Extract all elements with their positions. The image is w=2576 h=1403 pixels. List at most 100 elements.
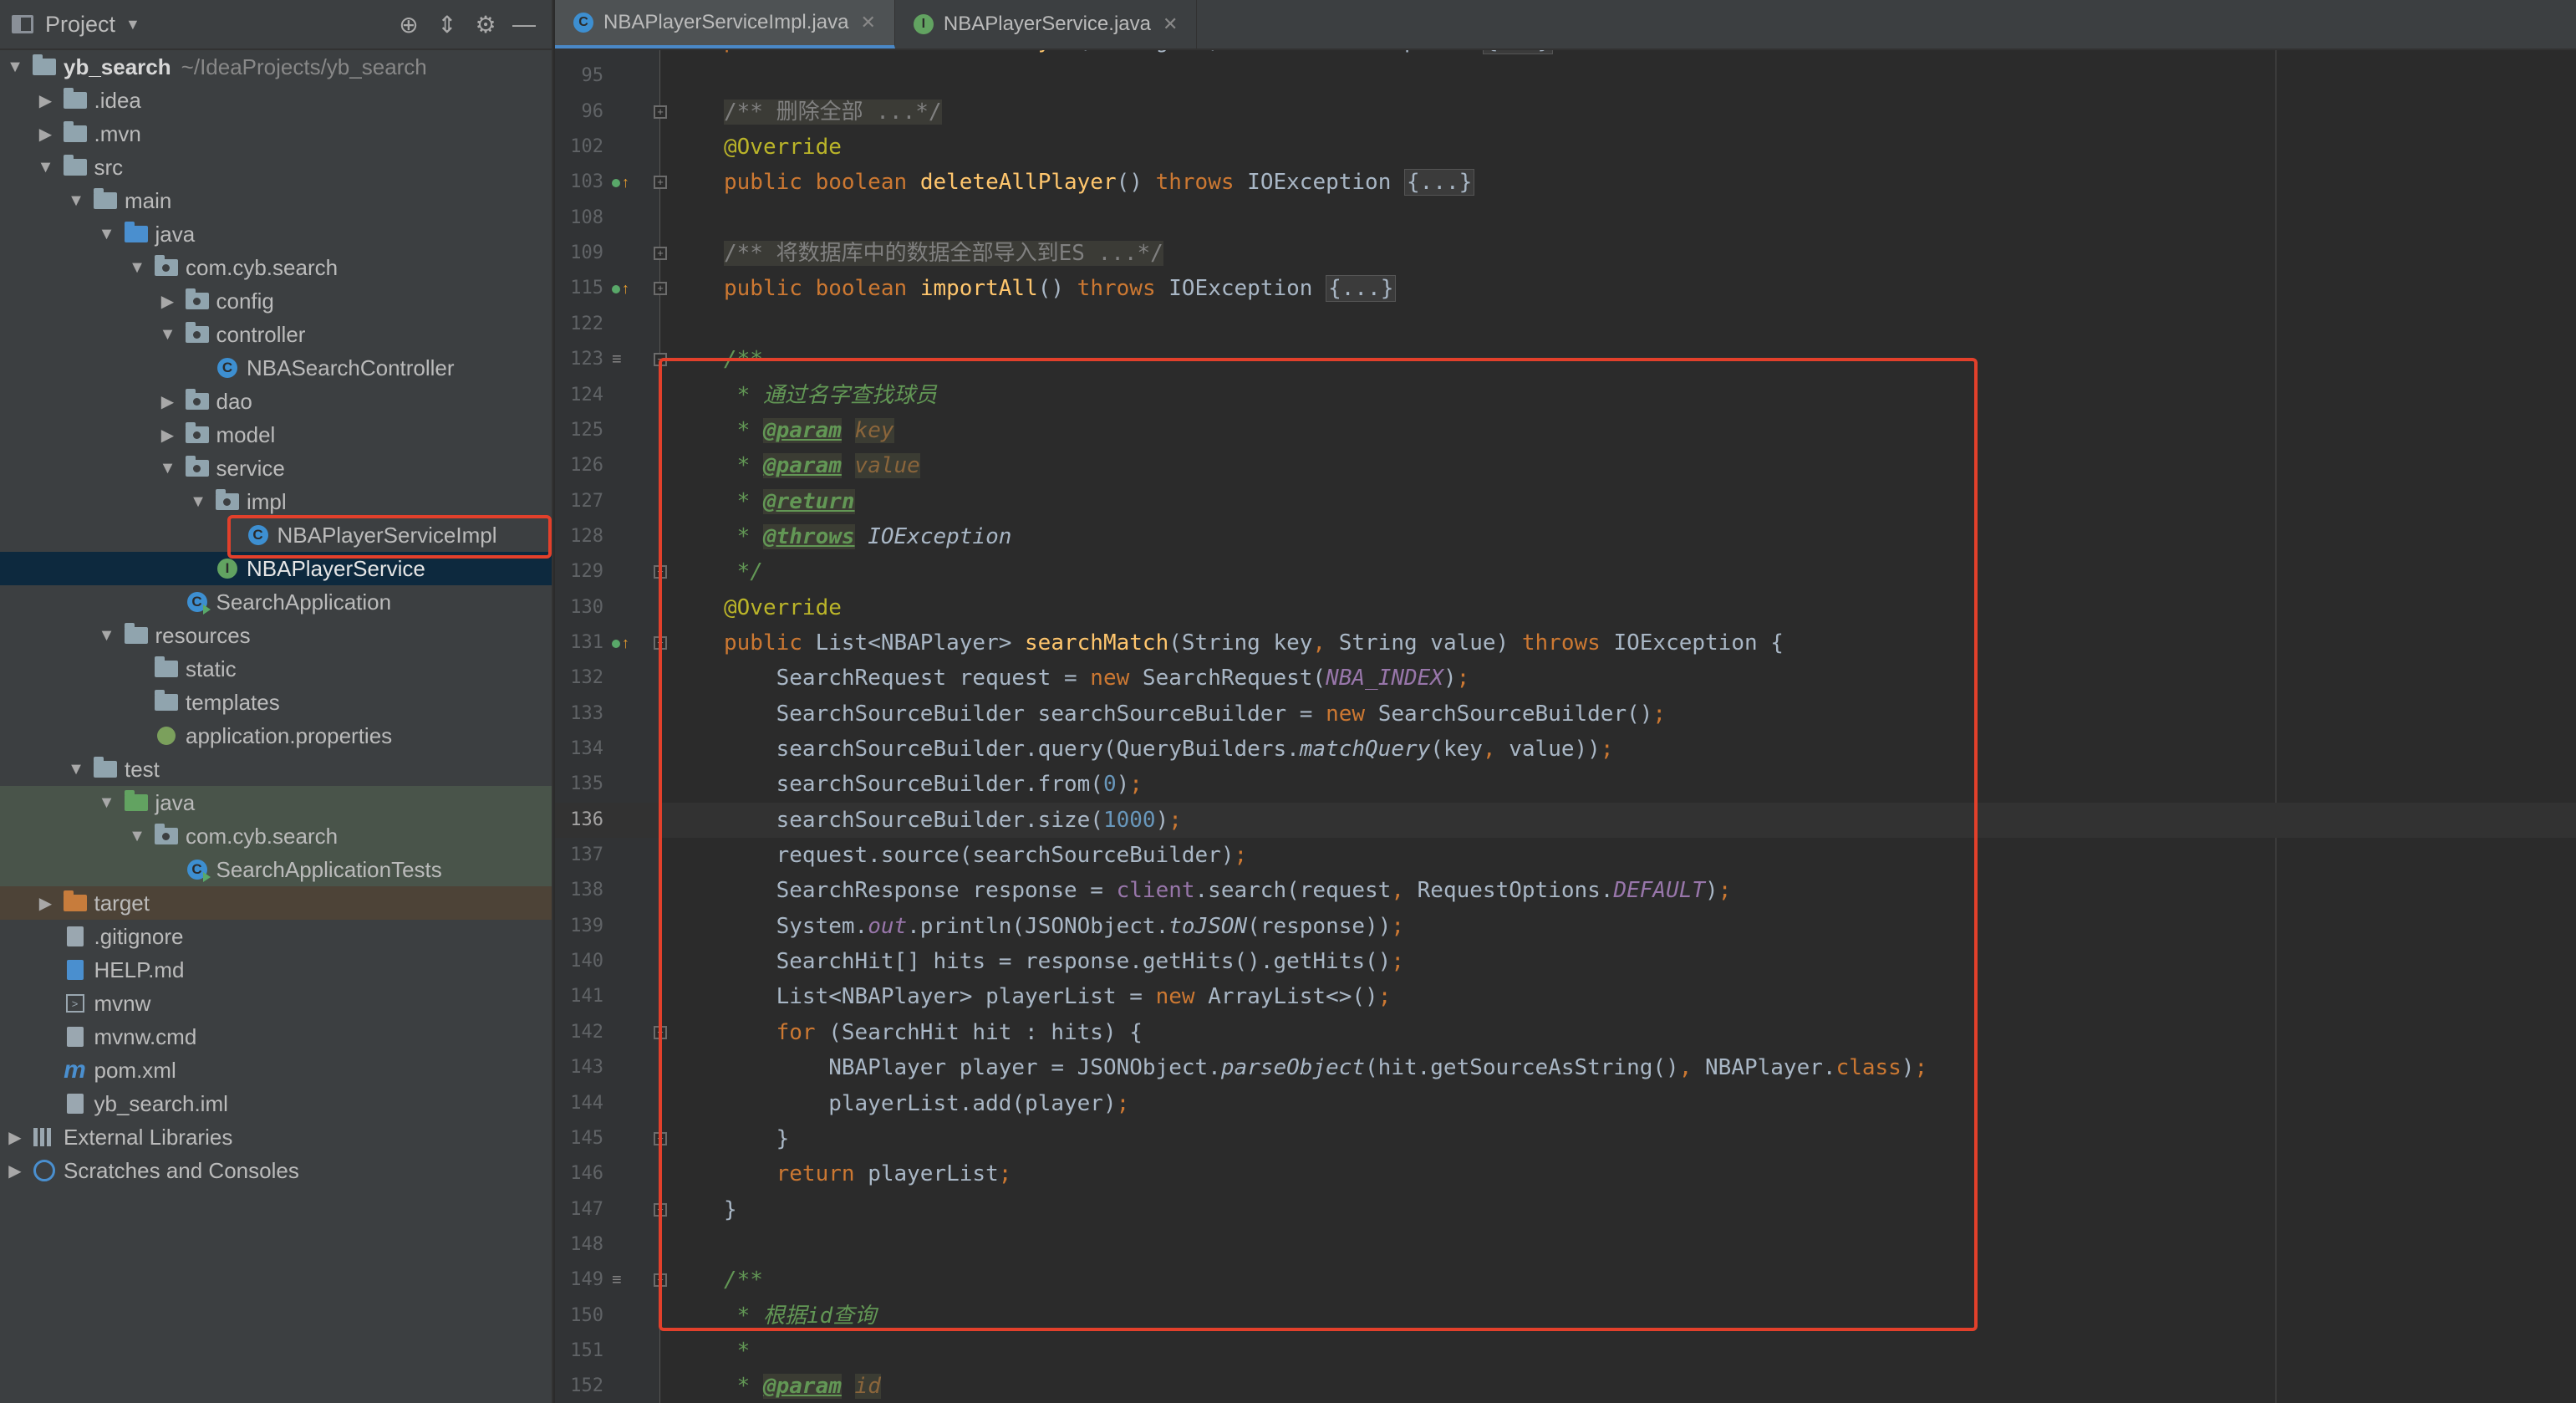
expand-arrow-icon[interactable]: ▼ <box>66 191 86 211</box>
code-line[interactable]: 122 <box>555 307 2576 342</box>
code-line[interactable]: 103 ↑ + public boolean deleteAllPlayer() th… <box>555 165 2576 200</box>
expand-fold-icon[interactable]: + <box>654 176 667 190</box>
tree-item-java[interactable]: ▼ java <box>0 217 552 251</box>
code-line[interactable]: 136 searchSourceBuilder.size(1000); <box>555 802 2576 838</box>
code-line[interactable]: 141 List<NBAPlayer> playerList = new Arr… <box>555 979 2576 1014</box>
code-line[interactable]: 109 + /** 将数据库中的数据全部导入到ES ...*/ <box>555 236 2576 271</box>
code-line[interactable]: 126 * @param value <box>555 448 2576 483</box>
override-marker-icon[interactable]: ↑ <box>612 634 629 652</box>
tree-item-idea[interactable]: ▶ .idea <box>0 84 552 117</box>
tab-nbaplayerserviceimpl-java[interactable]: C NBAPlayerServiceImpl.java ✕ <box>555 0 895 48</box>
code-line[interactable]: 129 − */ <box>555 554 2576 589</box>
code-line[interactable]: 133 SearchSourceBuilder searchSourceBuil… <box>555 696 2576 732</box>
expand-arrow-icon[interactable]: ▼ <box>5 58 25 77</box>
tree-item-mvnw[interactable]: ▶>mvnw <box>0 987 552 1020</box>
collapse-fold-icon[interactable]: − <box>654 1273 667 1288</box>
tree-item-controller[interactable]: ▼ controller <box>0 318 552 351</box>
code-line[interactable]: 142 − for (SearchHit hit : hits) { <box>555 1015 2576 1050</box>
collapse-fold-icon[interactable]: − <box>654 1202 667 1217</box>
expand-fold-icon[interactable]: + <box>654 247 667 261</box>
code-editor[interactable]: 90 ↑ + public boolean deletePlayer(String i… <box>555 50 2576 1403</box>
tree-item-com-cyb-search[interactable]: ▼ com.cyb.search <box>0 819 552 853</box>
collapse-fold-icon[interactable]: − <box>654 353 667 367</box>
expand-arrow-icon[interactable]: ▼ <box>188 492 208 512</box>
tree-item-java[interactable]: ▼ java <box>0 786 552 819</box>
doc-comment-icon[interactable]: ≡ <box>612 350 622 369</box>
collapse-arrow-icon[interactable]: ▶ <box>158 425 178 446</box>
tree-item-scratches-and-consoles[interactable]: ▶ Scratches and Consoles <box>0 1154 552 1187</box>
tree-item-searchapplication[interactable]: ▶CSearchApplication <box>0 585 552 619</box>
code-line[interactable]: 146 return playerList; <box>555 1156 2576 1191</box>
tab-nbaplayerservice-java[interactable]: I NBAPlayerService.java ✕ <box>895 0 1198 48</box>
tree-item-dao[interactable]: ▶ dao <box>0 385 552 418</box>
tree-item-mvnw-cmd[interactable]: ▶mvnw.cmd <box>0 1020 552 1054</box>
expand-arrow-icon[interactable]: ▼ <box>158 459 178 478</box>
code-line[interactable]: 134 searchSourceBuilder.query(QueryBuild… <box>555 732 2576 767</box>
tree-item-target[interactable]: ▶ target <box>0 886 552 920</box>
code-line[interactable]: 131 ↑ − public List<NBAPlayer> searchMatch(… <box>555 625 2576 661</box>
tree-item-help-md[interactable]: ▶HELP.md <box>0 953 552 987</box>
code-line[interactable]: 96 + /** 删除全部 ...*/ <box>555 94 2576 130</box>
expand-arrow-icon[interactable]: ▼ <box>97 626 117 645</box>
tree-item-main[interactable]: ▼ main <box>0 184 552 217</box>
tree-item-pom-xml[interactable]: ▶mpom.xml <box>0 1054 552 1087</box>
tree-item-nbaplayerservice[interactable]: ▶INBAPlayerService <box>0 552 552 585</box>
code-line[interactable]: 124 * 通过名字查找球员 <box>555 378 2576 413</box>
code-line[interactable]: 95 <box>555 59 2576 94</box>
override-marker-icon[interactable]: ↑ <box>612 279 629 298</box>
expand-arrow-icon[interactable]: ▼ <box>127 258 147 278</box>
code-line[interactable]: 150 * 根据id查询 <box>555 1298 2576 1334</box>
collapse-arrow-icon[interactable]: ▶ <box>36 124 56 145</box>
minimize-icon[interactable]: — <box>505 11 543 38</box>
tree-item-test[interactable]: ▼ test <box>0 753 552 786</box>
code-line[interactable]: 152 * @param id <box>555 1369 2576 1403</box>
code-line[interactable]: 143 NBAPlayer player = JSONObject.parseO… <box>555 1050 2576 1085</box>
gear-icon[interactable]: ⚙ <box>466 11 505 38</box>
code-line[interactable]: 125 * @param key <box>555 413 2576 448</box>
code-line[interactable]: 140 SearchHit[] hits = response.getHits(… <box>555 944 2576 979</box>
tree-item-yb-search-iml[interactable]: ▶yb_search.iml <box>0 1087 552 1120</box>
code-line[interactable]: 151 * <box>555 1334 2576 1369</box>
collapse-fold-icon[interactable]: − <box>654 565 667 579</box>
override-marker-icon[interactable]: ↑ <box>612 173 629 191</box>
tree-item-resources[interactable]: ▼ resources <box>0 619 552 652</box>
tree-item-nbasearchcontroller[interactable]: ▶CNBASearchController <box>0 351 552 385</box>
tree-item-external-libraries[interactable]: ▶ External Libraries <box>0 1120 552 1154</box>
code-line[interactable]: 148 <box>555 1227 2576 1263</box>
collapse-fold-icon[interactable]: − <box>654 1131 667 1145</box>
tree-item-service[interactable]: ▼ service <box>0 452 552 485</box>
expand-arrow-icon[interactable]: ▼ <box>97 793 117 813</box>
code-line[interactable]: 115 ↑ + public boolean importAll() throws I… <box>555 271 2576 306</box>
code-line[interactable]: 132 SearchRequest request = new SearchRe… <box>555 661 2576 696</box>
collapse-arrow-icon[interactable]: ▶ <box>5 1161 25 1181</box>
expand-arrow-icon[interactable]: ▼ <box>158 325 178 344</box>
collapse-fold-icon[interactable]: − <box>654 635 667 650</box>
code-line[interactable]: 137 request.source(searchSourceBuilder); <box>555 838 2576 873</box>
tree-item-mvn[interactable]: ▶ .mvn <box>0 117 552 151</box>
code-line[interactable]: 135 searchSourceBuilder.from(0); <box>555 767 2576 802</box>
code-line[interactable]: 127 * @return <box>555 484 2576 519</box>
collapse-arrow-icon[interactable]: ▶ <box>36 90 56 111</box>
locate-icon[interactable]: ⊕ <box>389 11 428 38</box>
tree-item-model[interactable]: ▶ model <box>0 418 552 452</box>
code-line[interactable]: 144 playerList.add(player); <box>555 1086 2576 1121</box>
expand-arrow-icon[interactable]: ▼ <box>66 760 86 779</box>
tree-item-application-properties[interactable]: ▶application.properties <box>0 719 552 753</box>
code-line[interactable]: 123 ≡ − /** <box>555 342 2576 377</box>
tree-item-static[interactable]: ▶static <box>0 652 552 686</box>
close-icon[interactable]: ✕ <box>1163 13 1178 35</box>
tree-item-yb-search[interactable]: ▼ yb_search ~/IdeaProjects/yb_search <box>0 50 552 84</box>
collapse-all-icon[interactable]: ⇕ <box>428 11 466 38</box>
tree-item-searchapplicationtests[interactable]: ▶CSearchApplicationTests <box>0 853 552 886</box>
code-line[interactable]: 147 −} <box>555 1192 2576 1227</box>
collapse-fold-icon[interactable]: − <box>654 1025 667 1039</box>
tree-item-nbaplayerserviceimpl[interactable]: ▶CNBAPlayerServiceImpl <box>0 518 552 552</box>
close-icon[interactable]: ✕ <box>860 12 875 33</box>
tree-item-src[interactable]: ▼ src <box>0 151 552 184</box>
code-line[interactable]: 145 − } <box>555 1121 2576 1156</box>
code-line[interactable]: 102 @Override <box>555 130 2576 165</box>
project-view-selector[interactable]: Project <box>45 12 115 38</box>
tree-item-gitignore[interactable]: ▶.gitignore <box>0 920 552 953</box>
tree-item-config[interactable]: ▶ config <box>0 284 552 318</box>
code-line[interactable]: 108 <box>555 201 2576 236</box>
